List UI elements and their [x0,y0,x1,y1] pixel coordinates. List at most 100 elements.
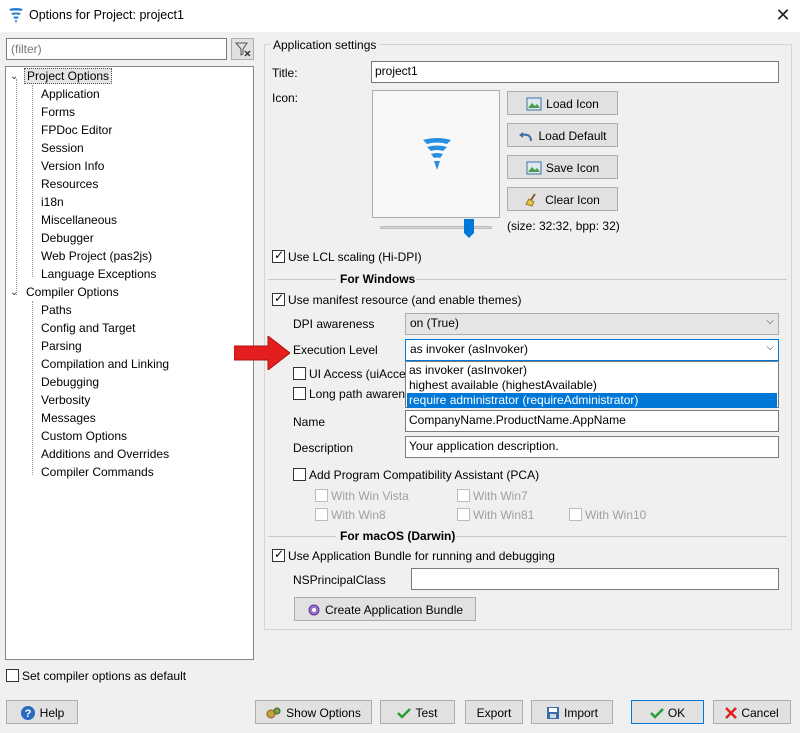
separator [416,279,787,280]
load-icon-button[interactable]: Load Icon [507,91,618,115]
cancel-button[interactable]: Cancel [713,700,791,724]
execution-level-select[interactable]: as invoker (asInvoker) ⌵ [405,339,779,361]
name-field[interactable]: CompanyName.ProductName.AppName [405,410,779,432]
checkbox-box[interactable] [293,468,306,482]
group-title: Application settings [270,38,380,52]
ok-button[interactable]: OK [631,700,704,724]
win81-checkbox[interactable]: With Win81 [457,507,534,522]
undo-icon [519,131,533,141]
broom-icon [525,193,536,207]
tree-guide-line [32,85,33,277]
tree-item-application[interactable]: Application [41,86,100,103]
set-default-checkbox[interactable]: Set compiler options as default [6,668,186,683]
save-icon-button[interactable]: Save Icon [507,155,618,179]
tree-item-parsing[interactable]: Parsing [41,338,82,355]
dropdown-option[interactable]: highest available (highestAvailable) [407,378,777,393]
tree-item-forms[interactable]: Forms [41,104,75,121]
tree-item-miscellaneous[interactable]: Miscellaneous [41,212,117,229]
close-icon[interactable]: ✕ [772,4,794,26]
load-default-button[interactable]: Load Default [507,123,618,147]
lcl-scaling-checkbox[interactable]: Use LCL scaling (Hi-DPI) [272,248,422,264]
gear-icon [308,604,320,616]
tree-item-additions-overrides[interactable]: Additions and Overrides [41,446,169,463]
checkbox-box[interactable] [272,248,285,264]
export-button[interactable]: Export [465,700,523,724]
tree-item-custom-options[interactable]: Custom Options [41,428,127,445]
slider-thumb[interactable] [464,219,474,239]
tree-item-messages[interactable]: Messages [41,410,96,427]
chevron-down-icon[interactable]: ⌄ [10,284,20,301]
tree-group-compiler-options[interactable]: ⌄ Compiler Options [8,284,119,301]
import-button[interactable]: Import [531,700,613,724]
tree-item-version-info[interactable]: Version Info [41,158,104,175]
checkbox-box[interactable] [569,508,582,522]
checkbox-box[interactable] [457,508,470,522]
create-app-bundle-button[interactable]: Create Application Bundle [294,597,476,621]
title-field[interactable]: project1 [371,61,779,83]
help-icon: ? [20,705,35,720]
save-disk-icon [546,706,559,719]
tree-item-compiler-commands[interactable]: Compiler Commands [41,464,154,481]
ui-access-checkbox[interactable]: UI Access (uiAccess) [293,366,422,381]
tree-group-project-options[interactable]: ⌄ Project Options [8,68,113,85]
test-button[interactable]: Test [380,700,455,724]
tree-item-verbosity[interactable]: Verbosity [41,392,90,409]
win10-checkbox[interactable]: With Win10 [569,507,646,522]
red-arrow-annotation [234,336,290,370]
tree-item-debugger[interactable]: Debugger [41,230,94,247]
image-icon [526,161,542,175]
show-options-button[interactable]: Show Options [255,700,372,724]
app-bundle-checkbox[interactable]: Use Application Bundle for running and d… [272,547,555,563]
lazarus-app-icon [9,8,23,24]
tree-item-resources[interactable]: Resources [41,176,98,193]
manifest-checkbox[interactable]: Use manifest resource (and enable themes… [272,291,521,307]
tornado-icon [423,138,451,170]
icon-label: Icon: [272,91,299,105]
cancel-x-icon [725,706,738,719]
tree-item-config-target[interactable]: Config and Target [41,320,136,337]
checkbox-box[interactable] [293,367,306,381]
tree-item-session[interactable]: Session [41,140,84,157]
win-vista-checkbox[interactable]: With Win Vista [315,488,409,503]
chevron-down-icon[interactable]: ⌄ [10,68,20,85]
checkbox-box[interactable] [6,669,19,683]
tree-item-i18n[interactable]: i18n [41,194,64,211]
clear-icon-button[interactable]: Clear Icon [507,187,618,211]
win7-checkbox[interactable]: With Win7 [457,488,528,503]
execution-level-label: Execution Level [293,343,378,357]
checkbox-box[interactable] [315,508,328,522]
help-button[interactable]: ? Help [6,700,78,724]
separator [268,279,336,280]
clear-filter-button[interactable] [231,38,254,60]
tree-group-label: Project Options [24,68,113,84]
tree-guide-line [16,79,17,295]
description-field[interactable]: Your application description. [405,436,779,458]
win8-checkbox[interactable]: With Win8 [315,507,386,522]
tree-item-compilation-linking[interactable]: Compilation and Linking [41,356,169,373]
dropdown-option-highlighted[interactable]: require administrator (requireAdministra… [407,393,777,408]
windows-section-header: For Windows [340,272,416,286]
checkbox-box[interactable] [272,547,285,563]
tree-item-debugging[interactable]: Debugging [41,374,99,391]
set-default-label: Set compiler options as default [22,668,187,683]
description-label: Description [293,441,354,455]
tree-item-web-project[interactable]: Web Project (pas2js) [41,248,152,265]
options-tree[interactable]: ⌄ Project Options Application Forms FPDo… [5,66,254,660]
tree-item-fpdoc-editor[interactable]: FPDoc Editor [41,122,112,139]
checkbox-box[interactable] [457,489,470,503]
ns-principal-class-field[interactable] [411,568,779,590]
tree-item-language-exceptions[interactable]: Language Exceptions [41,266,156,283]
tree-group-label: Compiler Options [26,285,119,299]
svg-text:?: ? [24,708,31,720]
execution-level-dropdown[interactable]: as invoker (asInvoker) highest available… [405,361,779,408]
dropdown-option[interactable]: as invoker (asInvoker) [407,363,777,378]
pca-checkbox[interactable]: Add Program Compatibility Assistant (PCA… [293,467,539,482]
checkbox-box[interactable] [272,291,285,307]
checkbox-box[interactable] [293,387,306,401]
dpi-awareness-select[interactable]: on (True) ⌵ [405,313,779,335]
image-icon [526,97,542,111]
icon-index-slider[interactable] [380,226,492,229]
filter-input[interactable] [6,38,227,60]
checkbox-box[interactable] [315,489,328,503]
tree-item-paths[interactable]: Paths [41,302,72,319]
